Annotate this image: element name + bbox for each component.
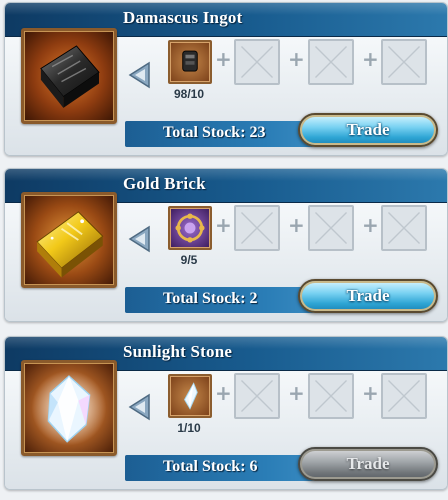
plus-icon: + <box>215 47 232 71</box>
empty-slot <box>308 205 354 251</box>
damascus-ingot-icon <box>21 28 117 124</box>
empty-slot <box>308 373 354 419</box>
trade-card-gold-brick: Gold Brick 9/5 + + + Total Stock: 2 Trad… <box>4 168 448 322</box>
chevron-left-icon[interactable] <box>127 61 153 89</box>
trade-button[interactable]: Trade <box>298 113 438 147</box>
plus-icon: + <box>215 381 232 405</box>
requirement-count: 98/10 <box>173 87 205 101</box>
ingot-material-icon <box>168 40 212 84</box>
plus-icon: + <box>288 381 305 405</box>
empty-slot <box>308 39 354 85</box>
plus-icon: + <box>288 213 305 237</box>
trade-card-damascus-ingot: Damascus Ingot 98/10 + + + Total Stock: … <box>4 2 448 156</box>
chevron-left-icon[interactable] <box>127 393 153 421</box>
empty-slot <box>381 39 427 85</box>
trade-button-disabled[interactable]: Trade <box>298 447 438 481</box>
requirement-count: 1/10 <box>177 421 201 435</box>
chevron-left-icon[interactable] <box>127 225 153 253</box>
empty-slot <box>234 373 280 419</box>
orb-material-icon <box>168 206 212 250</box>
gold-brick-icon <box>21 192 117 288</box>
requirement-count: 9/5 <box>180 253 198 267</box>
empty-slot <box>381 373 427 419</box>
plus-icon: + <box>362 47 379 71</box>
trade-button[interactable]: Trade <box>298 279 438 313</box>
item-name: Sunlight Stone <box>123 342 233 361</box>
plus-icon: + <box>362 213 379 237</box>
total-stock: Total Stock: 6 <box>163 458 258 475</box>
item-name: Gold Brick <box>123 174 206 193</box>
item-name: Damascus Ingot <box>123 8 243 27</box>
empty-slot <box>234 39 280 85</box>
total-stock: Total Stock: 2 <box>163 290 258 307</box>
trade-card-sunlight-stone: Sunlight Stone 1/10 + + + Total Stock: 6… <box>4 336 448 490</box>
plus-icon: + <box>215 213 232 237</box>
crystal-shard-icon <box>168 374 212 418</box>
total-stock: Total Stock: 23 <box>163 124 266 141</box>
empty-slot <box>234 205 280 251</box>
plus-icon: + <box>362 381 379 405</box>
empty-slot <box>381 205 427 251</box>
plus-icon: + <box>288 47 305 71</box>
sunlight-stone-icon <box>21 360 117 456</box>
